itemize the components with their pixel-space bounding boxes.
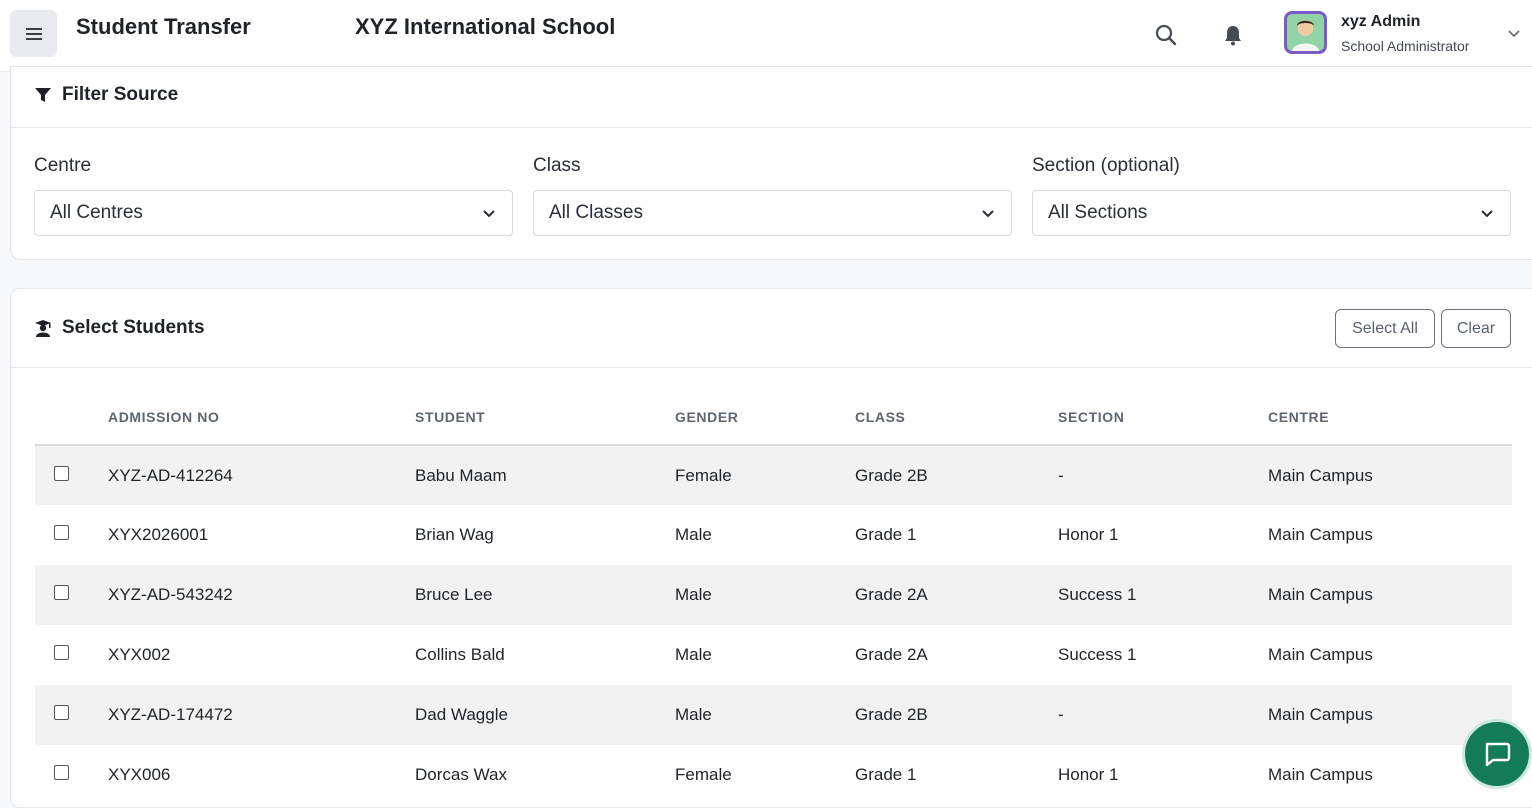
header-admission-no[interactable]: ADMISSION NO <box>108 389 415 446</box>
search-button[interactable] <box>1149 18 1183 52</box>
filter-source-card: Filter Source Centre All Centres Class A… <box>10 66 1532 260</box>
cell-admission-no: XYZ-AD-543242 <box>108 565 415 625</box>
row-checkbox[interactable] <box>54 585 69 601</box>
school-name: XYZ International School <box>355 14 616 39</box>
chevron-down-icon[interactable] <box>1505 24 1523 42</box>
cell-class: Grade 2B <box>855 445 1058 505</box>
top-bar: Student Transfer XYZ International Schoo… <box>0 0 1532 72</box>
centre-select-value: All Centres <box>50 202 143 223</box>
cell-admission-no: XYX002 <box>108 645 171 664</box>
filter-icon <box>35 88 51 102</box>
avatar[interactable] <box>1284 11 1327 54</box>
table-row[interactable]: XYZ-AD-174472 Dad Waggle Male Grade 2B -… <box>35 685 1512 745</box>
cell-gender: Male <box>675 685 855 745</box>
page-title: Student Transfer <box>76 14 251 39</box>
students-table: ADMISSION NO STUDENT GENDER CLASS SECTIO… <box>35 389 1512 805</box>
header-centre[interactable]: CENTRE <box>1268 389 1512 446</box>
class-label: Class <box>533 155 581 176</box>
chevron-down-icon <box>483 210 495 218</box>
cell-centre: Main Campus <box>1268 645 1373 664</box>
class-select-value: All Classes <box>549 202 643 223</box>
cell-gender: Male <box>675 645 712 664</box>
filter-source-title: Filter Source <box>62 84 179 105</box>
header-class[interactable]: CLASS <box>855 389 1058 446</box>
select-all-button[interactable]: Select All <box>1335 309 1435 348</box>
avatar-image <box>1287 14 1324 51</box>
table-row[interactable]: XYX2026001 Brian Wag Male Grade 1 Honor … <box>35 505 1512 565</box>
cell-class: Grade 2A <box>855 645 928 664</box>
chevron-down-icon <box>982 210 994 218</box>
cell-class: Grade 1 <box>855 525 917 544</box>
cell-section: Honor 1 <box>1058 765 1119 784</box>
notifications-button[interactable] <box>1216 18 1250 52</box>
cell-class: Grade 2B <box>855 685 1058 745</box>
table-row[interactable]: XYX006 Dorcas Wax Female Grade 1 Honor 1… <box>35 745 1512 805</box>
header-student[interactable]: STUDENT <box>415 389 675 446</box>
chat-icon <box>1485 742 1511 767</box>
class-select[interactable]: All Classes <box>533 190 1012 236</box>
row-checkbox[interactable] <box>54 465 69 481</box>
chat-button[interactable] <box>1462 719 1532 789</box>
chevron-down-icon <box>1481 210 1493 218</box>
cell-centre: Main Campus <box>1268 525 1373 544</box>
cell-student: Dad Waggle <box>415 685 675 745</box>
bell-icon <box>1225 26 1241 46</box>
cell-student: Babu Maam <box>415 445 675 505</box>
section-label: Section (optional) <box>1032 155 1180 176</box>
select-students-heading: Select Students <box>34 317 205 339</box>
graduate-icon <box>35 320 51 337</box>
cell-section: Success 1 <box>1058 645 1137 664</box>
header-select <box>35 389 108 446</box>
cell-admission-no: XYZ-AD-412264 <box>108 445 415 505</box>
row-checkbox[interactable] <box>54 765 69 781</box>
cell-student: Dorcas Wax <box>415 765 507 784</box>
cell-section: - <box>1058 445 1268 505</box>
section-select[interactable]: All Sections <box>1032 190 1511 236</box>
search-icon <box>1155 24 1177 46</box>
clear-button[interactable]: Clear <box>1441 309 1511 348</box>
table-row[interactable]: XYX002 Collins Bald Male Grade 2A Succes… <box>35 625 1512 685</box>
select-students-title: Select Students <box>62 317 205 338</box>
cell-section: Success 1 <box>1058 565 1268 625</box>
cell-section: Honor 1 <box>1058 525 1119 544</box>
divider <box>11 127 1532 128</box>
row-checkbox[interactable] <box>54 705 69 721</box>
filter-source-heading: Filter Source <box>34 84 178 106</box>
user-role: School Administrator <box>1341 38 1470 54</box>
table-header-row: ADMISSION NO STUDENT GENDER CLASS SECTIO… <box>35 389 1512 446</box>
cell-class: Grade 1 <box>855 765 917 784</box>
cell-class: Grade 2A <box>855 565 1058 625</box>
cell-student: Collins Bald <box>415 645 505 664</box>
cell-gender: Female <box>675 765 732 784</box>
cell-centre: Main Campus <box>1268 565 1512 625</box>
divider <box>11 367 1532 368</box>
header-gender[interactable]: GENDER <box>675 389 855 446</box>
centre-label: Centre <box>34 155 92 176</box>
menu-icon <box>25 27 42 40</box>
row-checkbox[interactable] <box>54 645 69 661</box>
table-row[interactable]: XYZ-AD-412264 Babu Maam Female Grade 2B … <box>35 445 1512 505</box>
cell-gender: Male <box>675 565 855 625</box>
user-name: xyz Admin <box>1341 13 1421 30</box>
row-checkbox[interactable] <box>54 525 69 541</box>
cell-gender: Female <box>675 445 855 505</box>
cell-admission-no: XYX2026001 <box>108 525 209 544</box>
section-select-value: All Sections <box>1048 202 1148 223</box>
centre-select[interactable]: All Centres <box>34 190 513 236</box>
cell-student: Bruce Lee <box>415 565 675 625</box>
cell-student: Brian Wag <box>415 525 494 544</box>
cell-admission-no: XYX006 <box>108 765 171 784</box>
cell-gender: Male <box>675 525 712 544</box>
cell-section: - <box>1058 685 1268 745</box>
table-row[interactable]: XYZ-AD-543242 Bruce Lee Male Grade 2A Su… <box>35 565 1512 625</box>
cell-centre: Main Campus <box>1268 445 1512 505</box>
header-section[interactable]: SECTION <box>1058 389 1268 446</box>
menu-button[interactable] <box>10 10 57 57</box>
select-students-card: Select Students Select All Clear ADMISSI… <box>10 288 1532 808</box>
cell-admission-no: XYZ-AD-174472 <box>108 685 415 745</box>
